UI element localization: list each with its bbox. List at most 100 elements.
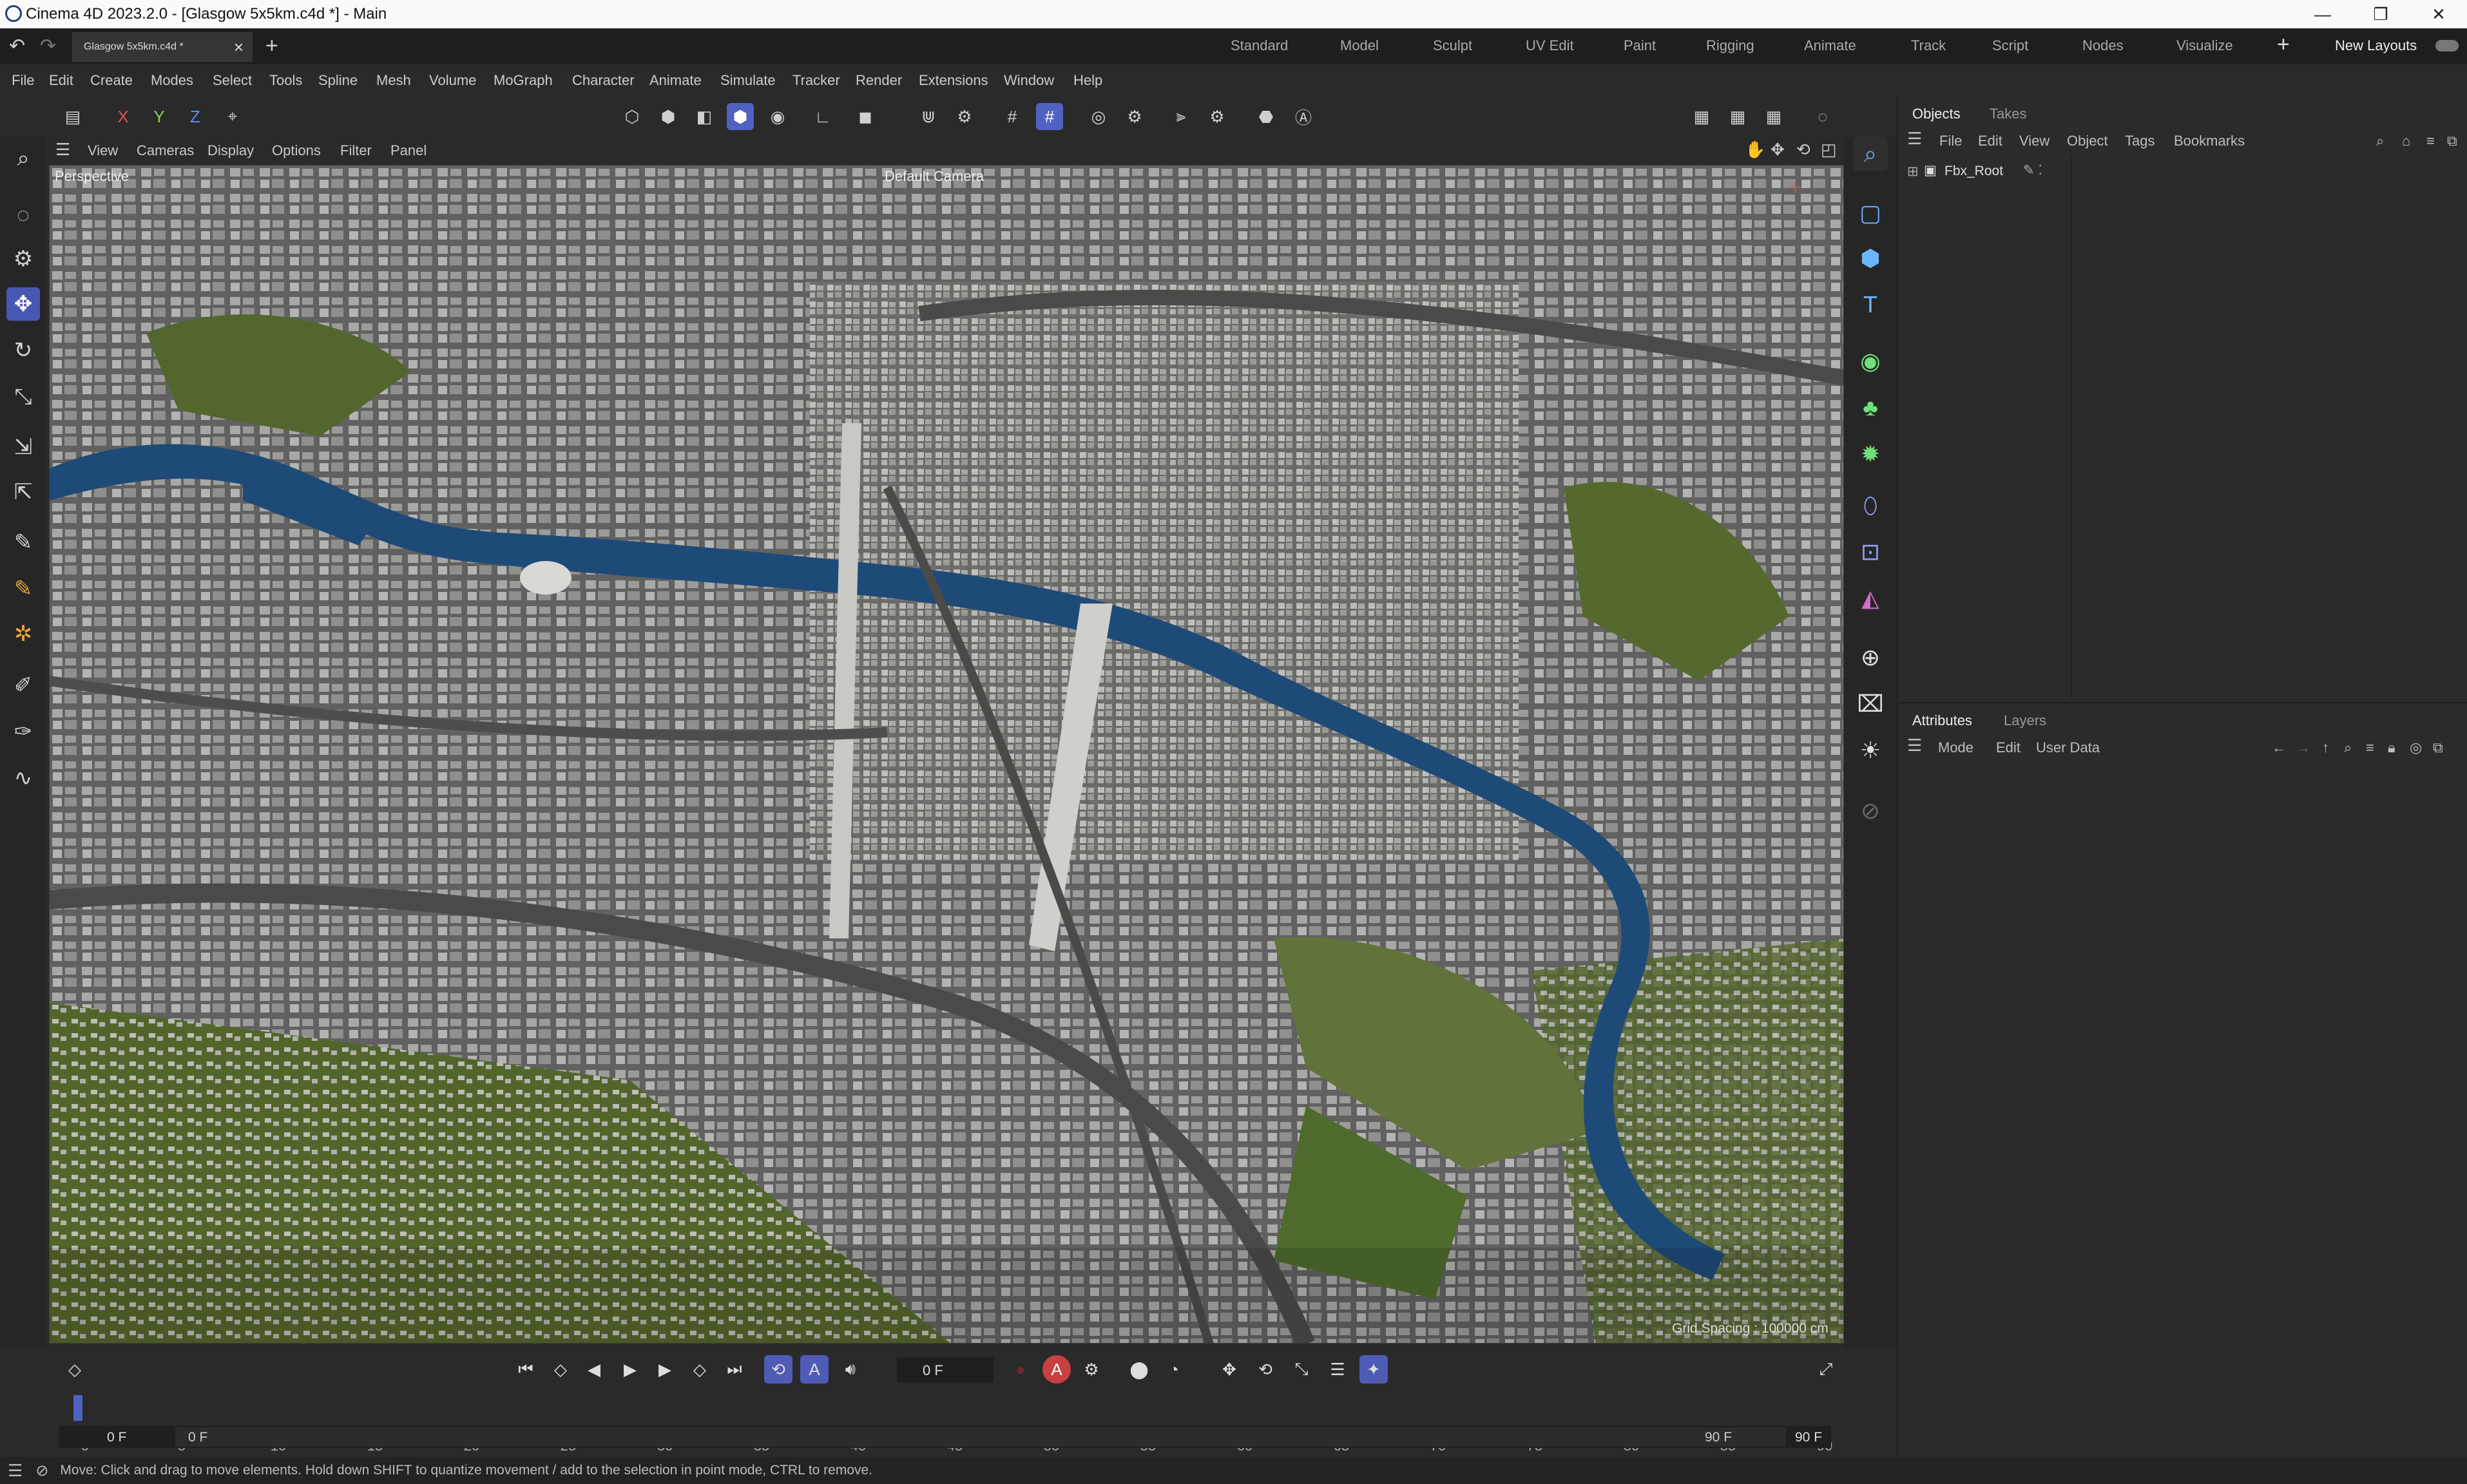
menu-character[interactable]: Character: [572, 72, 635, 89]
rotate-tool-icon[interactable]: ↻: [6, 334, 40, 367]
objects-hamburger-icon[interactable]: ☰: [1907, 129, 1922, 149]
layout-sculpt[interactable]: Sculpt: [1433, 37, 1472, 54]
layout-animate[interactable]: Animate: [1804, 37, 1856, 54]
z-axis-lock-button[interactable]: Z: [182, 103, 209, 130]
scale-tool-icon[interactable]: ⤡: [6, 380, 40, 414]
redshift-icon[interactable]: ◌: [1809, 103, 1836, 130]
tab-takes[interactable]: Takes: [1990, 106, 2026, 122]
symmetry-icon[interactable]: ⫸: [1167, 103, 1195, 130]
undo-stack-icon[interactable]: ▤: [59, 103, 86, 130]
menu-modes[interactable]: Modes: [151, 72, 193, 89]
autokey-icon[interactable]: A: [1042, 1355, 1071, 1384]
viewport-camera-label[interactable]: Default Camera: [885, 168, 984, 185]
deformer-icon[interactable]: ⬯: [1853, 488, 1888, 523]
keyframe-selection-icon[interactable]: ⬤: [1125, 1355, 1153, 1384]
pan-view-icon[interactable]: ✋: [1745, 140, 1765, 160]
timeline-window-icon[interactable]: ⤢: [1812, 1355, 1840, 1384]
maximize-view-icon[interactable]: ◰: [1821, 140, 1837, 160]
menu-mograph[interactable]: MoGraph: [494, 72, 553, 89]
model-mode-icon[interactable]: ⬢: [727, 103, 754, 130]
layout-model[interactable]: Model: [1340, 37, 1379, 54]
forward-arrow-icon[interactable]: →: [2296, 739, 2310, 756]
layout-nodes[interactable]: Nodes: [2082, 37, 2124, 54]
hamburger-menu-icon[interactable]: ☰: [55, 140, 70, 160]
add-tab-icon[interactable]: +: [265, 33, 278, 59]
current-frame-field[interactable]: 0 F: [897, 1358, 994, 1382]
menu-simulate[interactable]: Simulate: [720, 72, 776, 89]
attributes-target-icon[interactable]: ◎: [2410, 739, 2422, 756]
coordinate-system-icon[interactable]: ⌖: [219, 103, 246, 130]
object-row-fbx-root[interactable]: ⊞ ▣ Fbx_Root ✎ ⁚: [1905, 161, 2459, 183]
workplane-icon[interactable]: #: [1036, 103, 1063, 130]
search-icon[interactable]: ⌕: [6, 142, 40, 175]
menu-tools[interactable]: Tools: [269, 72, 302, 89]
select-tool-icon[interactable]: ⚙: [6, 242, 40, 276]
tab-layers[interactable]: Layers: [2004, 712, 2046, 729]
x-axis-lock-button[interactable]: X: [110, 103, 137, 130]
scale-key-icon[interactable]: ⤡: [1287, 1355, 1316, 1384]
move-view-icon[interactable]: ✥: [1771, 140, 1785, 160]
lock-workplane-icon[interactable]: ⬣: [1253, 103, 1280, 130]
environment-icon[interactable]: ⊕: [1853, 640, 1888, 675]
menu-create[interactable]: Create: [90, 72, 133, 89]
close-window-button[interactable]: ✕: [2410, 0, 2467, 28]
previous-frame-icon[interactable]: ◀: [580, 1355, 608, 1384]
menu-render[interactable]: Render: [856, 72, 902, 89]
close-tab-icon[interactable]: ×: [234, 37, 244, 57]
point-level-animation-icon[interactable]: ✦: [1359, 1355, 1388, 1384]
menu-window[interactable]: Window: [1004, 72, 1054, 89]
placement-tool-icon[interactable]: ⇱: [6, 475, 40, 509]
next-key-icon[interactable]: ◇: [686, 1355, 714, 1384]
snap-icon[interactable]: ⋓: [915, 103, 942, 130]
soft-settings-icon[interactable]: ⚙: [1121, 103, 1148, 130]
objects-new-window-icon[interactable]: ⧉: [2447, 133, 2457, 149]
keyframe-icon[interactable]: ◇: [61, 1355, 89, 1384]
objects-filter-icon[interactable]: ≡: [2426, 133, 2435, 149]
knife-tool-icon[interactable]: ✑: [6, 715, 40, 748]
undo-icon[interactable]: ↶: [9, 35, 25, 57]
new-layouts-button[interactable]: New Layouts: [2335, 37, 2417, 54]
next-frame-icon[interactable]: ▶: [651, 1355, 679, 1384]
objects-menu-tags[interactable]: Tags: [2125, 133, 2155, 149]
cloner-icon[interactable]: ♣: [1853, 390, 1888, 425]
grid-snap-icon[interactable]: #: [999, 103, 1026, 130]
back-arrow-icon[interactable]: ←: [2272, 739, 2286, 756]
autokey-range-icon[interactable]: A: [800, 1355, 829, 1384]
minimize-button[interactable]: —: [2294, 0, 2352, 28]
previous-key-icon[interactable]: ◇: [546, 1355, 575, 1384]
range-slider[interactable]: 0 F 0 F 90 F 90 F: [59, 1426, 1831, 1448]
symmetry-settings-icon[interactable]: ⚙: [1204, 103, 1231, 130]
document-tab[interactable]: Glasgow 5x5km.c4d * ×: [72, 32, 253, 62]
bend-deformer-icon[interactable]: ⊡: [1853, 535, 1888, 569]
render-view-icon[interactable]: ▦: [1688, 103, 1715, 130]
objects-home-icon[interactable]: ⌂: [2402, 133, 2410, 149]
loop-icon[interactable]: ⟲: [764, 1355, 792, 1384]
viewport-menu-cameras[interactable]: Cameras: [137, 142, 194, 159]
viewport-menu-display[interactable]: Display: [207, 142, 254, 159]
menu-mesh[interactable]: Mesh: [376, 72, 411, 89]
attributes-menu-user-data[interactable]: User Data: [2036, 739, 2100, 756]
add-layout-icon[interactable]: +: [2277, 32, 2290, 57]
layout-paint[interactable]: Paint: [1624, 37, 1656, 54]
objects-menu-file[interactable]: File: [1939, 133, 1962, 149]
layout-script[interactable]: Script: [1992, 37, 2028, 54]
paint-tool-icon[interactable]: ✲: [6, 617, 40, 651]
layout-visualize[interactable]: Visualize: [2176, 37, 2233, 54]
camera-icon[interactable]: ⌧: [1853, 687, 1888, 721]
playhead[interactable]: [73, 1395, 82, 1421]
attributes-new-window-icon[interactable]: ⧉: [2433, 739, 2443, 756]
record-icon[interactable]: ●: [1006, 1355, 1035, 1384]
layout-standard[interactable]: Standard: [1231, 37, 1288, 54]
status-menu-icon[interactable]: ☰: [8, 1461, 23, 1481]
frame-ruler[interactable]: 0 5 10 15 20 25 30 35 40 45 50 55 60 65 …: [72, 1393, 1838, 1454]
attributes-menu-mode[interactable]: Mode: [1938, 739, 1973, 756]
solo-icon[interactable]: ◼: [852, 103, 879, 130]
layout-uv-edit[interactable]: UV Edit: [1526, 37, 1574, 54]
menu-animate[interactable]: Animate: [649, 72, 702, 89]
key-interpolation-icon[interactable]: ◔: [1160, 1355, 1188, 1384]
menu-select[interactable]: Select: [213, 72, 252, 89]
range-end-field[interactable]: 90 F: [1795, 1430, 1822, 1445]
viewport-menu-panel[interactable]: Panel: [390, 142, 427, 159]
tab-objects[interactable]: Objects: [1912, 106, 1961, 122]
up-arrow-icon[interactable]: ↑: [2322, 739, 2329, 756]
